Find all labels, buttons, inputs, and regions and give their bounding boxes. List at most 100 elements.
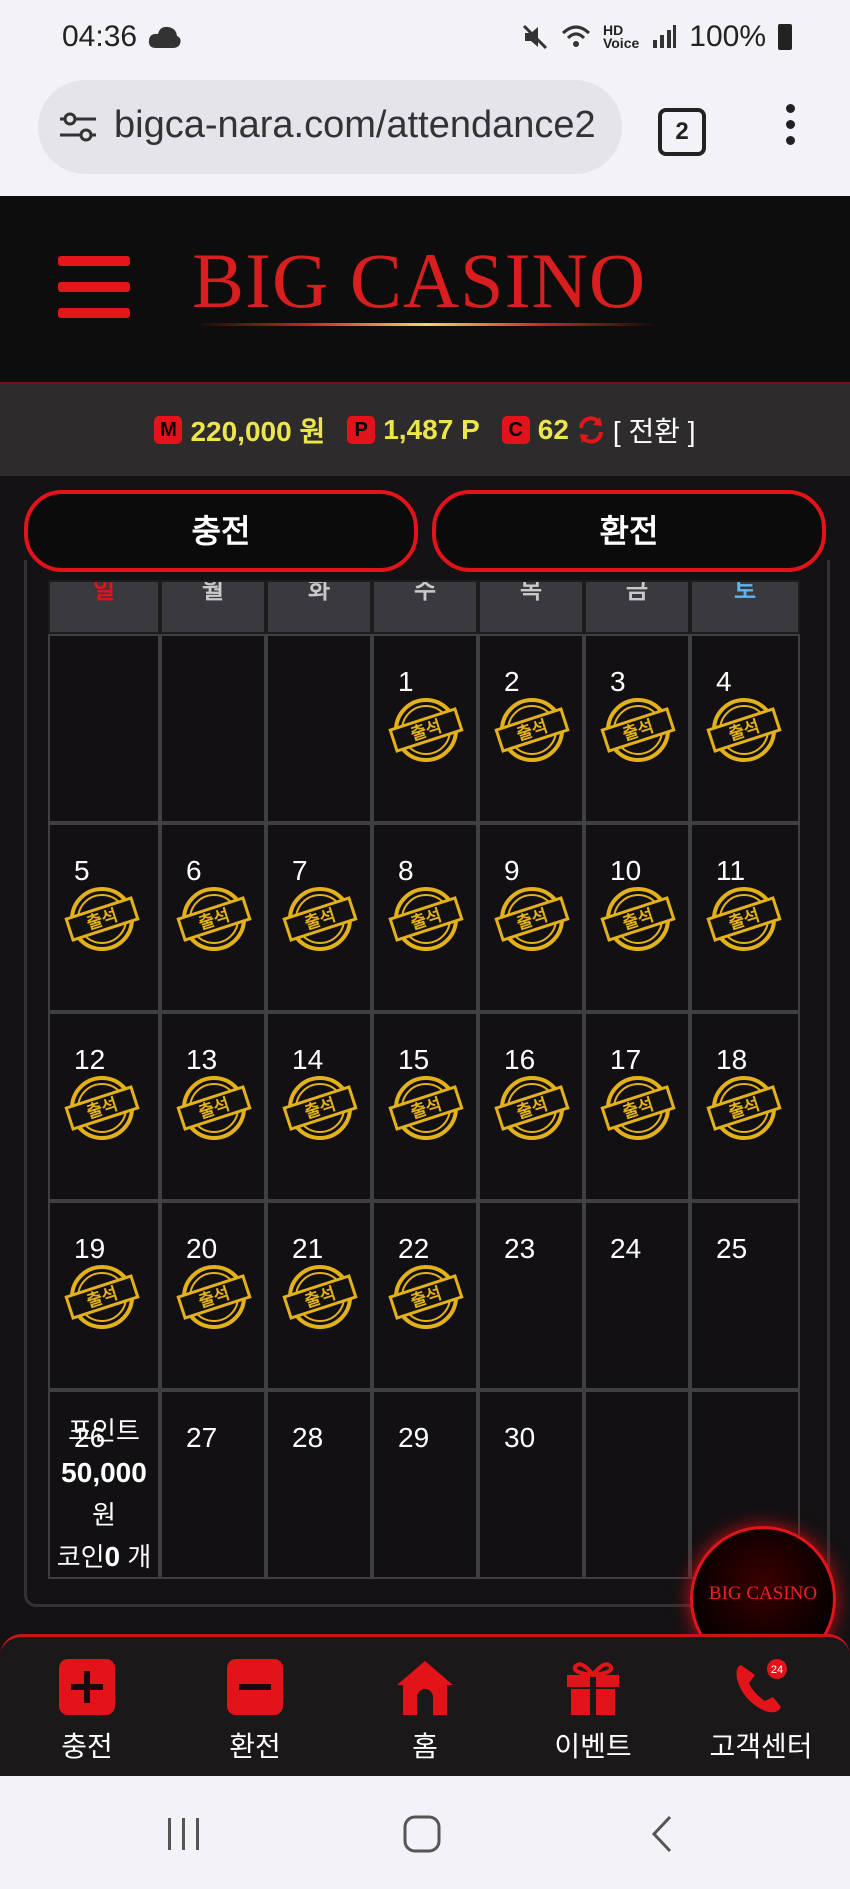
calendar-week: 1 출석 2 출석 3 출석 4 출석 <box>48 634 800 823</box>
calendar-day-2[interactable]: 2 출석 <box>478 634 584 823</box>
calendar-day-29[interactable]: 29 <box>372 1390 478 1579</box>
coin-badge-icon: C <box>501 416 530 444</box>
nav-support[interactable]: 24 고객센터 <box>696 1657 826 1765</box>
nav-exchange[interactable]: 환전 <box>190 1657 320 1765</box>
convert-button[interactable]: [ 전환 ] <box>613 410 696 450</box>
mute-icon <box>522 24 548 50</box>
calendar-day-11[interactable]: 11 출석 <box>690 823 800 1012</box>
nav-exchange-label: 환전 <box>229 1731 281 1762</box>
calendar-day-24[interactable]: 24 <box>584 1201 690 1390</box>
calendar-day-3[interactable]: 3 출석 <box>584 634 690 823</box>
signal-icon <box>653 25 677 48</box>
calendar-day-1[interactable]: 1 출석 <box>372 634 478 823</box>
calendar-week: 26 포인트 50,000 원 코인0 개 27 28 29 30 <box>48 1390 800 1579</box>
coin-value: 62 <box>537 414 569 445</box>
attendance-stamp-icon: 출석 <box>176 1265 252 1329</box>
attendance-stamp-icon: 출석 <box>494 1076 570 1140</box>
calendar-day-28[interactable]: 28 <box>266 1390 372 1579</box>
attendance-calendar: 일월화수목금토 1 출석 2 출석 3 출석 4 출석 5 출석 6 출석 7 출석 8 출석 9 출석 10 출석 1… <box>48 580 800 1579</box>
attendance-stamp-icon: 출석 <box>176 1076 252 1140</box>
battery-icon <box>778 24 792 50</box>
calendar-day-22[interactable]: 22 출석 <box>372 1201 478 1390</box>
nav-event-label: 이벤트 <box>554 1731 632 1762</box>
calendar-day-empty <box>584 1390 690 1579</box>
attendance-stamp-icon: 출석 <box>706 1076 782 1140</box>
refresh-icon[interactable] <box>575 414 607 446</box>
nav-charge[interactable]: 충전 <box>22 1657 152 1765</box>
attendance-stamp-icon: 출석 <box>706 698 782 762</box>
calendar-day-27[interactable]: 27 <box>160 1390 266 1579</box>
point-balance: P 1,487 P <box>347 414 480 446</box>
calendar-day-20[interactable]: 20 출석 <box>160 1201 266 1390</box>
calendar-day-25[interactable]: 25 <box>690 1201 800 1390</box>
attendance-stamp-icon: 출석 <box>282 887 358 951</box>
attendance-stamp-icon: 출석 <box>494 698 570 762</box>
calendar-day-4[interactable]: 4 출석 <box>690 634 800 823</box>
weekday-2: 화 <box>266 580 372 634</box>
svg-text:24: 24 <box>771 1664 783 1676</box>
weekday-4: 목 <box>478 580 584 634</box>
calendar-day-18[interactable]: 18 출석 <box>690 1012 800 1201</box>
tab-switcher-button[interactable]: 2 <box>658 108 706 156</box>
attendance-stamp-icon: 출석 <box>388 1076 464 1140</box>
calendar-day-9[interactable]: 9 출석 <box>478 823 584 1012</box>
attendance-stamp-icon: 출석 <box>388 698 464 762</box>
calendar-day-13[interactable]: 13 출석 <box>160 1012 266 1201</box>
nav-support-label: 고객센터 <box>709 1731 813 1762</box>
calendar-day-26[interactable]: 26 포인트 50,000 원 코인0 개 <box>48 1390 160 1579</box>
calendar-week: 19 출석 20 출석 21 출석 22 출석 23 24 25 <box>48 1201 800 1390</box>
calendar-day-23[interactable]: 23 <box>478 1201 584 1390</box>
status-indicators: HD Voice 100% <box>521 20 792 54</box>
browser-toolbar: bigca-nara.com/attendance2 2 <box>0 78 850 196</box>
day-number: 29 <box>398 1422 430 1453</box>
nav-home-label: 홈 <box>412 1731 438 1762</box>
point-badge-icon: P <box>347 416 376 444</box>
site-logo[interactable]: BIG CASINO <box>192 236 646 326</box>
calendar-day-21[interactable]: 21 출석 <box>266 1201 372 1390</box>
status-time: 04:36 <box>62 20 138 53</box>
address-bar[interactable]: bigca-nara.com/attendance2 <box>38 80 622 174</box>
url-text[interactable]: bigca-nara.com/attendance2 <box>114 104 596 147</box>
nav-home[interactable]: 홈 <box>360 1657 490 1765</box>
nav-charge-label: 충전 <box>61 1731 113 1762</box>
weekday-0: 일 <box>48 580 160 634</box>
site-settings-icon[interactable] <box>58 110 98 144</box>
calendar-day-17[interactable]: 17 출석 <box>584 1012 690 1201</box>
point-value: 1,487 P <box>383 414 480 445</box>
attendance-stamp-icon: 출석 <box>64 1076 140 1140</box>
bottom-nav: 충전 환전 홈 이벤트 24 고객센터 <box>0 1634 850 1779</box>
calendar-day-6[interactable]: 6 출석 <box>160 823 266 1012</box>
calendar-day-19[interactable]: 19 출석 <box>48 1201 160 1390</box>
calendar-day-16[interactable]: 16 출석 <box>478 1012 584 1201</box>
site-header: BIG CASINO <box>0 196 850 384</box>
attendance-stamp-icon: 출석 <box>600 698 676 762</box>
calendar-day-empty <box>266 634 372 823</box>
attendance-stamp-icon: 출석 <box>600 1076 676 1140</box>
attendance-stamp-icon: 출석 <box>600 887 676 951</box>
back-icon[interactable] <box>648 1814 676 1854</box>
calendar-day-8[interactable]: 8 출석 <box>372 823 478 1012</box>
calendar-day-10[interactable]: 10 출석 <box>584 823 690 1012</box>
recent-apps-icon[interactable] <box>164 1816 204 1852</box>
weekday-5: 금 <box>584 580 690 634</box>
system-nav-bar <box>0 1776 850 1889</box>
home-nav-icon[interactable] <box>402 1814 442 1854</box>
day-number: 24 <box>610 1233 642 1264</box>
menu-icon[interactable] <box>58 256 130 318</box>
calendar-day-7[interactable]: 7 출석 <box>266 823 372 1012</box>
calendar-week: 12 출석 13 출석 14 출석 15 출석 16 출석 17 출석 18 출석 <box>48 1012 800 1201</box>
calendar-day-14[interactable]: 14 출석 <box>266 1012 372 1201</box>
attendance-stamp-icon: 출석 <box>706 887 782 951</box>
day-number: 28 <box>292 1422 324 1453</box>
calendar-day-15[interactable]: 15 출석 <box>372 1012 478 1201</box>
attendance-stamp-icon: 출석 <box>388 887 464 951</box>
more-menu-icon[interactable] <box>786 104 796 154</box>
weekday-1: 월 <box>160 580 266 634</box>
nav-event[interactable]: 이벤트 <box>528 1657 658 1765</box>
calendar-day-12[interactable]: 12 출석 <box>48 1012 160 1201</box>
status-bar: 04:36 HD Voice 100% <box>0 0 850 78</box>
cloud-icon <box>148 26 181 48</box>
money-balance: M 220,000 원 <box>154 410 325 450</box>
calendar-day-30[interactable]: 30 <box>478 1390 584 1579</box>
calendar-day-5[interactable]: 5 출석 <box>48 823 160 1012</box>
